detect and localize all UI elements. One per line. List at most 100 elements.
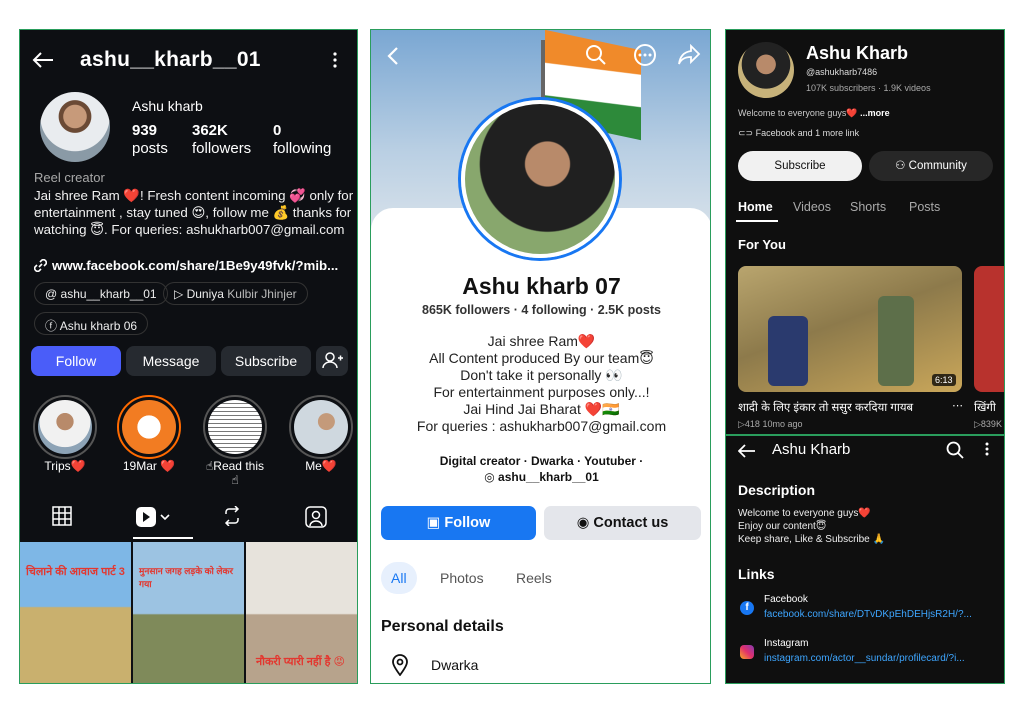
community-button[interactable]: ⚇ Community	[869, 151, 993, 181]
following-count: 0	[273, 122, 282, 139]
profile-meta: Digital creator · Dwarka · Youtuber · ◎ …	[371, 453, 710, 485]
profile-username: ashu__kharb__01	[80, 48, 261, 71]
contact-button[interactable]: ◉ Contact us	[544, 506, 701, 540]
follow-button[interactable]: Follow	[31, 346, 121, 376]
share-icon[interactable]	[677, 44, 701, 66]
facebook-link[interactable]: Facebook facebook.com/share/DTvDKpEhDEHjs…	[764, 594, 972, 620]
active-tab-indicator	[133, 537, 193, 539]
video-thumbnail[interactable]	[738, 266, 962, 392]
bio-line: Jai shree Ram❤️	[487, 333, 596, 349]
bio-text: Jai shree Ram❤️ All Content produced By …	[371, 333, 710, 435]
reel-thumbnail[interactable]: मुनसान जगह लड़के को लेकर गया	[133, 542, 244, 683]
facebook-icon: f	[740, 601, 754, 615]
back-arrow-icon[interactable]	[32, 52, 54, 68]
tab-reels[interactable]: Reels	[506, 562, 562, 594]
community-icon: ⚇	[895, 160, 909, 172]
profile-picture[interactable]	[461, 100, 619, 258]
highlight-19mar[interactable]: 19Mar ❤️	[116, 395, 182, 473]
tab-photos[interactable]: Photos	[430, 562, 494, 594]
link-url: facebook.com/share/DTvDKpEhDEHjsR2H/?...	[764, 609, 972, 620]
category-label: Reel creator	[34, 170, 105, 185]
play-icon: ▷	[174, 287, 187, 301]
music-artist: Kulbir Jhinjer	[227, 287, 297, 301]
reel-thumbnail[interactable]: चिलाने की आवाज पार्ट 3	[20, 542, 131, 683]
instagram-profile-panel: ashu__kharb__01 Ashu kharb 939 posts 362K…	[19, 29, 358, 684]
subscribe-button[interactable]: Subscribe	[221, 346, 311, 376]
channel-stats: 107K subscribers · 1.9K videos	[806, 83, 931, 93]
posts-stat[interactable]: 939 posts	[132, 122, 168, 158]
video-thumbnail[interactable]	[974, 266, 1004, 392]
thumbnail-caption: मुनसान जगह लड़के को लेकर गया	[139, 566, 234, 589]
instagram-handle: ashu__kharb__01	[498, 470, 599, 484]
more-icon[interactable]	[633, 43, 657, 67]
youtube-channel-panel: Ashu Kharb @ashukharb7486 107K subscribe…	[725, 29, 1005, 684]
more-vertical-icon[interactable]	[333, 52, 337, 68]
followers-count: 362K	[192, 122, 228, 139]
description-line: Welcome to everyone guys❤️	[738, 508, 871, 519]
location-pin-icon	[391, 654, 409, 676]
search-icon[interactable]	[585, 44, 607, 66]
posts-label: posts	[132, 140, 168, 157]
facebook-profile-panel: Ashu kharb 07 865K followers · 4 followi…	[370, 29, 711, 684]
channel-description-preview[interactable]: Welcome to everyone guys❤️ ...more	[738, 108, 890, 119]
message-button[interactable]: Message	[126, 346, 216, 376]
highlight-trips[interactable]: Trips❤️	[32, 395, 98, 473]
follow-button[interactable]: ▣ Follow	[381, 506, 536, 540]
following-stat[interactable]: 0 following	[273, 122, 331, 158]
tagged-icon[interactable]	[305, 506, 327, 528]
tab-shorts[interactable]: Shorts	[850, 200, 886, 214]
bio-link-text: www.facebook.com/share/1Be9y49fvk/?mib..…	[52, 258, 339, 273]
more-vertical-icon[interactable]	[985, 442, 989, 456]
facebook-icon: ⓕ	[45, 319, 60, 333]
description-line: Keep share, Like & Subscribe 🙏	[738, 534, 885, 545]
tab-posts[interactable]: Posts	[909, 200, 940, 214]
location-text: Dwarka	[431, 657, 479, 673]
channel-avatar[interactable]	[738, 42, 794, 98]
personal-details-heading: Personal details	[381, 618, 504, 635]
video-more-icon[interactable]: ⋯	[952, 399, 963, 412]
video-title[interactable]: शादी के लिए इंकार तो ससुर करदिया गायब	[738, 400, 913, 415]
link-name: Facebook	[764, 594, 808, 605]
video-meta: ▷418 10mo ago	[738, 419, 803, 429]
bio-line: Don't take it personally 👀	[460, 367, 623, 383]
add-user-button[interactable]	[316, 346, 348, 376]
thumbnail-caption: चिलाने की आवाज पार्ट 3	[26, 566, 125, 578]
threads-chip[interactable]: @ ashu__kharb__01	[34, 282, 168, 305]
highlight-me[interactable]: Me❤️	[288, 395, 354, 473]
description-line: Enjoy our content😇	[738, 521, 827, 532]
followers-stat[interactable]: 362K followers	[192, 122, 251, 158]
tab-all[interactable]: All	[381, 562, 417, 594]
channel-handle: @ashukharb7486	[806, 67, 878, 77]
back-arrow-icon[interactable]	[738, 444, 756, 458]
tab-videos[interactable]: Videos	[793, 200, 831, 214]
highlight-read-this[interactable]: ☝Read this ☝	[202, 395, 268, 487]
tab-home[interactable]: Home	[738, 200, 773, 214]
instagram-handle-link[interactable]: ◎ ashu__kharb__01	[371, 469, 710, 485]
links-heading: Links	[738, 566, 775, 582]
search-icon[interactable]	[946, 441, 964, 459]
back-icon[interactable]	[387, 46, 399, 66]
bio-link[interactable]: www.facebook.com/share/1Be9y49fvk/?mib..…	[34, 258, 338, 273]
video-title-2[interactable]: खिंगी	[974, 400, 996, 415]
more-link[interactable]: ...more	[860, 108, 890, 118]
grid-icon[interactable]	[52, 506, 72, 526]
description-heading: Description	[738, 482, 816, 498]
avatar[interactable]	[40, 92, 110, 162]
repost-icon[interactable]	[222, 506, 242, 526]
facebook-chip[interactable]: ⓕ Ashu kharb 06	[34, 312, 149, 335]
bio-line: For entertainment purposes only...!	[433, 384, 650, 400]
subscribe-button[interactable]: Subscribe	[738, 151, 862, 181]
description-preview-text: Welcome to everyone guys❤️	[738, 108, 858, 118]
message-icon: ◉	[576, 515, 594, 531]
channel-links[interactable]: ⊂⊃ Facebook and 1 more link	[738, 128, 859, 139]
active-tab-indicator	[736, 220, 778, 222]
reels-icon[interactable]	[135, 506, 175, 530]
display-name: Ashu kharb	[132, 98, 203, 114]
instagram-link[interactable]: Instagram instagram.com/actor__sundar/pro…	[764, 638, 965, 664]
profile-counts[interactable]: 865K followers · 4 following · 2.5K post…	[371, 303, 710, 317]
music-chip[interactable]: ▷ Duniya Kulbir Jhinjer	[163, 282, 308, 305]
reel-thumbnail[interactable]: नौकरी प्यारी नहीं है 😡	[246, 542, 357, 683]
link-url: instagram.com/actor__sundar/profilecard/…	[764, 653, 965, 664]
bio-line: Jai Hind Jai Bharat ❤️🇮🇳	[463, 401, 620, 417]
highlight-label: Trips❤️	[44, 459, 86, 473]
